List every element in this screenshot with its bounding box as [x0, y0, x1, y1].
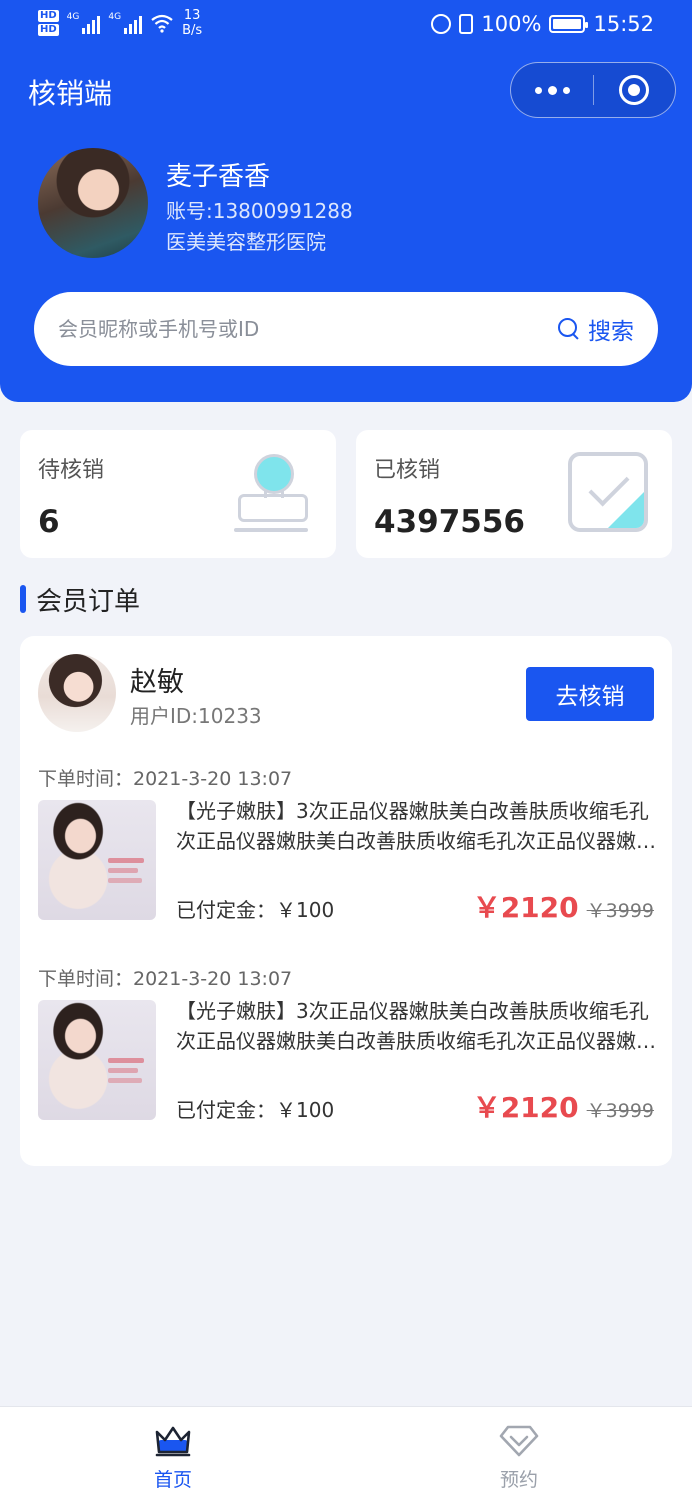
product-image: [38, 1000, 156, 1120]
header: HD HD 4G 4G 13 B/s 100% 15:52 核销端 麦子香香 账…: [0, 0, 692, 402]
diamond-icon: [499, 1425, 539, 1457]
pending-stat-card[interactable]: 待核销 6: [20, 430, 336, 558]
crown-icon: [155, 1426, 191, 1457]
profile-organization: 医美美容整形医院: [166, 230, 326, 254]
deposit-paid: 已付定金：￥100: [176, 1098, 335, 1122]
member-id: 用户ID:10233: [130, 704, 262, 728]
status-left: HD HD 4G 4G 13 B/s: [38, 8, 202, 38]
status-bar: HD HD 4G 4G 13 B/s 100% 15:52: [0, 0, 692, 50]
section-title: 会员订单: [20, 583, 141, 617]
search-button-label: 搜索: [588, 319, 634, 345]
order-time: 下单时间：2021-3-20 13:07: [38, 768, 293, 790]
checkbox-icon: [568, 452, 648, 532]
battery-percent: 100%: [481, 12, 542, 36]
section-title-text: 会员订单: [36, 586, 141, 617]
net-speed-unit: B/s: [182, 23, 203, 38]
signal-icon: 4G: [108, 12, 143, 34]
mini-program-capsule: [510, 62, 676, 118]
verified-count: 4397556: [374, 504, 525, 540]
product-title: 【光子嫩肤】3次正品仪器嫩肤美白改善肤质收缩毛孔次正品仪器嫩肤美白改善肤质收缩毛…: [176, 999, 656, 1053]
hd-icons: HD HD: [38, 10, 59, 36]
signal-icon: 4G: [67, 12, 101, 34]
order-item[interactable]: 下单时间：2021-3-20 13:07 【光子嫩肤】3次正品仪器嫩肤美白改善肤…: [20, 964, 672, 1144]
order-time: 下单时间：2021-3-20 13:07: [38, 968, 293, 990]
original-price: ￥3999: [586, 1100, 654, 1122]
tab-appointment[interactable]: 预约: [346, 1407, 692, 1500]
deposit-paid: 已付定金：￥100: [176, 898, 335, 922]
page-title: 核销端: [28, 77, 113, 110]
product-title: 【光子嫩肤】3次正品仪器嫩肤美白改善肤质收缩毛孔次正品仪器嫩肤美白改善肤质收缩毛…: [176, 799, 656, 853]
order-item[interactable]: 下单时间：2021-3-20 13:07 【光子嫩肤】3次正品仪器嫩肤美白改善肤…: [20, 764, 672, 944]
clock: 15:52: [593, 12, 654, 36]
pending-label: 待核销: [38, 458, 105, 483]
profile-name: 麦子香香: [166, 162, 271, 192]
hd-icon: HD: [38, 10, 59, 22]
stamp-icon: [234, 450, 310, 538]
price-box: ￥2120 ￥3999: [473, 1086, 654, 1126]
avatar[interactable]: [38, 148, 148, 258]
search-input[interactable]: [58, 317, 558, 341]
sale-price: ￥2120: [472, 1091, 579, 1124]
target-circle-icon: [619, 75, 650, 105]
tab-home[interactable]: 首页: [0, 1407, 346, 1500]
original-price: ￥3999: [586, 900, 654, 922]
verified-label: 已核销: [374, 458, 441, 483]
profile-account: 账号:13800991288: [166, 199, 353, 223]
network-type: 4G: [108, 12, 122, 22]
section-accent-bar: [20, 585, 26, 613]
search-icon: [558, 318, 580, 340]
hd-icon: HD: [38, 24, 59, 36]
more-dots-icon[interactable]: [511, 63, 593, 117]
product-image: [38, 800, 156, 920]
member-avatar: [38, 654, 116, 732]
member-name: 赵敏: [130, 667, 184, 698]
wifi-icon: [151, 14, 173, 33]
sale-price: ￥2120: [472, 891, 579, 924]
price-box: ￥2120 ￥3999: [473, 886, 654, 926]
tab-bar: 首页 预约: [0, 1406, 692, 1500]
network-type: 4G: [66, 12, 80, 22]
verified-stat-card[interactable]: 已核销 4397556: [356, 430, 672, 558]
tab-appointment-label: 预约: [499, 1469, 538, 1491]
status-right: 100% 15:52: [431, 12, 654, 36]
close-capsule-button[interactable]: [594, 63, 675, 117]
net-speed: 13 B/s: [182, 8, 202, 38]
search-button[interactable]: 搜索: [558, 312, 634, 346]
search-bar: 搜索: [34, 292, 658, 366]
net-speed-value: 13: [183, 8, 201, 23]
vibrate-icon: [459, 14, 474, 34]
member-order-card: 赵敏 用户ID:10233 去核销 下单时间：2021-3-20 13:07 【…: [20, 636, 672, 1166]
tab-home-label: 首页: [153, 1469, 192, 1491]
verify-button[interactable]: 去核销: [526, 667, 654, 721]
alarm-icon: [431, 14, 452, 34]
battery-icon: [549, 15, 589, 33]
pending-count: 6: [38, 504, 60, 540]
